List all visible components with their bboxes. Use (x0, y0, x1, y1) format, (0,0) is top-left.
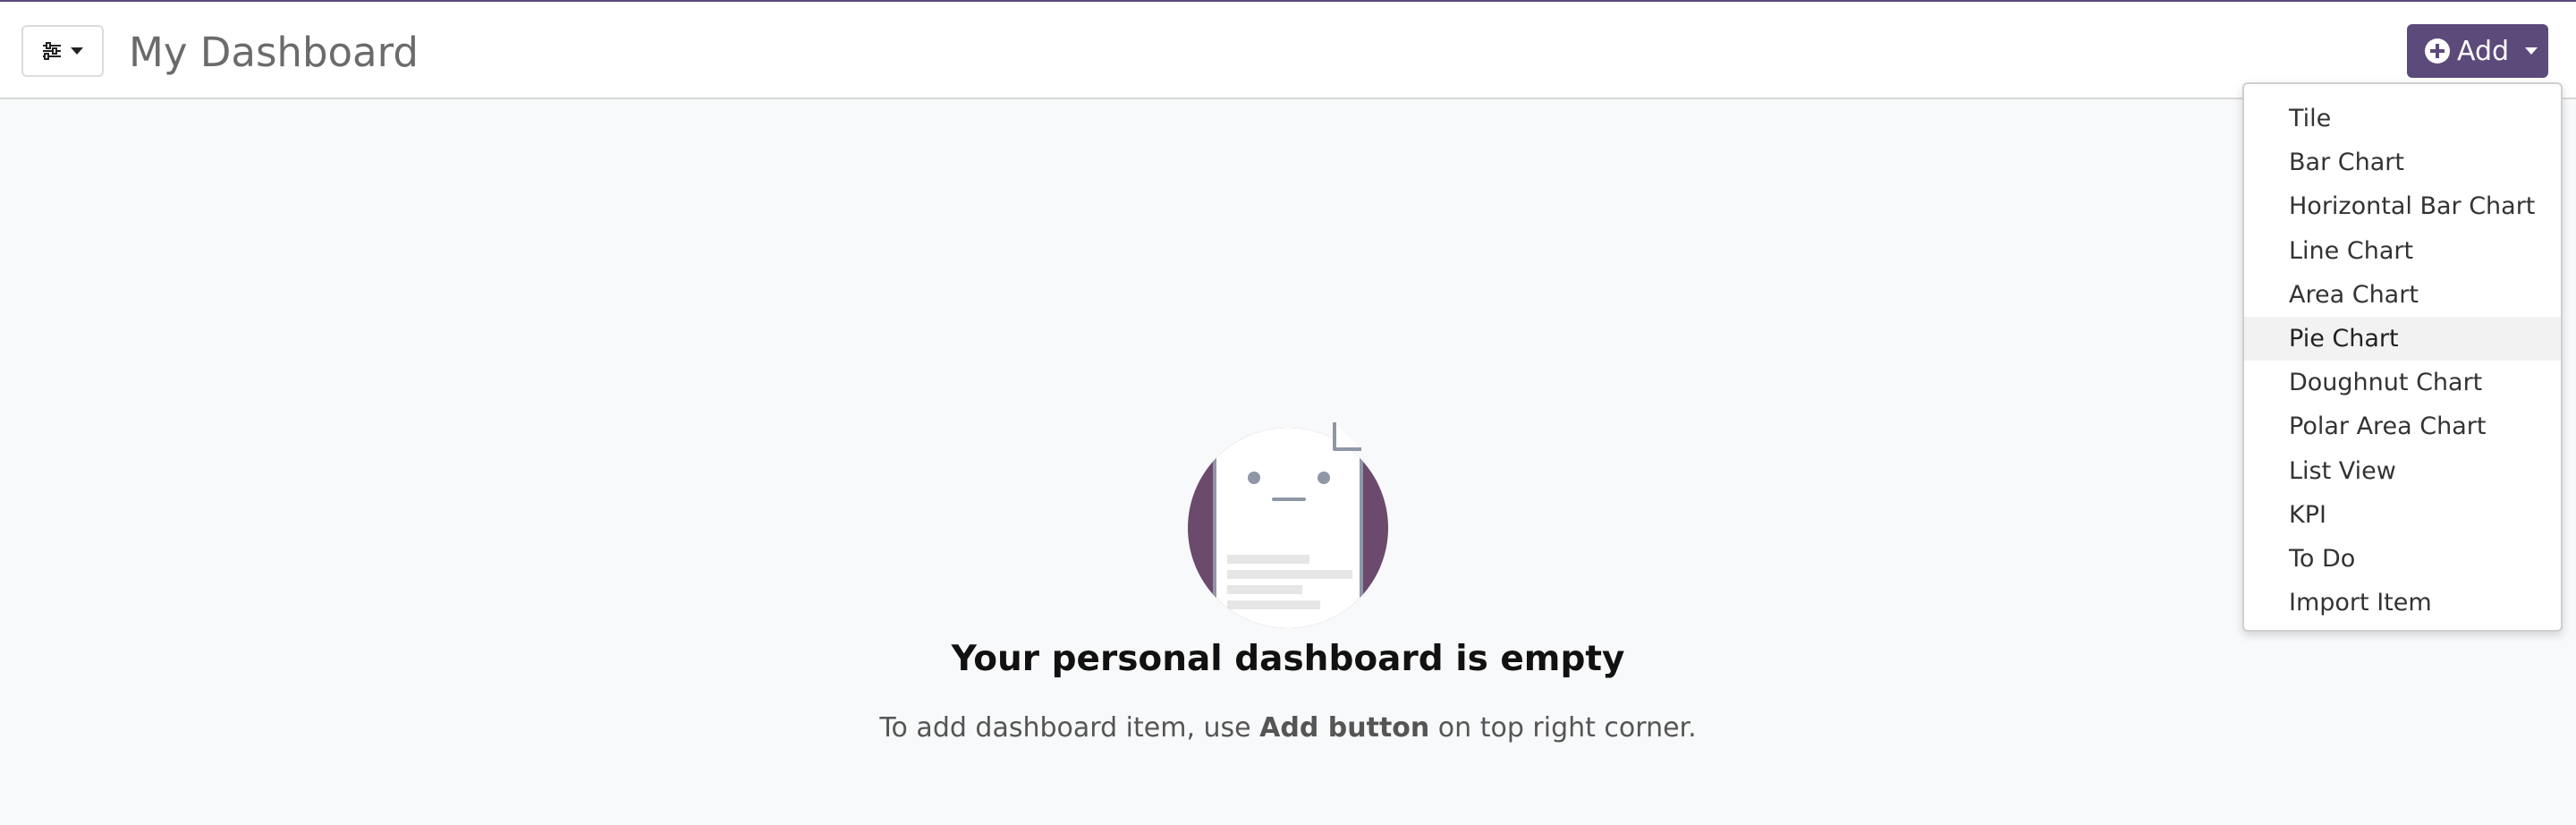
menu-item-list-view[interactable]: List View (2244, 449, 2561, 493)
menu-item-area-chart[interactable]: Area Chart (2244, 273, 2561, 317)
empty-state-hint-bold: Add button (1259, 712, 1430, 744)
chevron-down-icon (2525, 47, 2538, 55)
chevron-down-icon (71, 47, 83, 55)
add-button-label: Add (2457, 35, 2510, 67)
empty-state-hint-suffix: on top right corner. (1429, 712, 1697, 744)
add-item-dropdown: Tile Bar Chart Horizontal Bar Chart Line… (2242, 82, 2563, 632)
empty-state-hint: To add dashboard item, use Add button on… (0, 712, 2576, 744)
menu-item-to-do[interactable]: To Do (2244, 537, 2561, 581)
menu-item-doughnut-chart[interactable]: Doughnut Chart (2244, 361, 2561, 404)
filter-options-button[interactable] (21, 25, 104, 77)
menu-item-line-chart[interactable]: Line Chart (2244, 229, 2561, 273)
menu-item-bar-chart[interactable]: Bar Chart (2244, 140, 2561, 184)
menu-item-pie-chart[interactable]: Pie Chart (2244, 316, 2561, 361)
dashboard-header: My Dashboard Add (0, 2, 2576, 99)
menu-item-polar-area-chart[interactable]: Polar Area Chart (2244, 404, 2561, 448)
menu-item-horizontal-bar-chart[interactable]: Horizontal Bar Chart (2244, 184, 2561, 228)
plus-circle-icon (2425, 38, 2450, 64)
menu-item-tile[interactable]: Tile (2244, 97, 2561, 140)
empty-state-title: Your personal dashboard is empty (951, 639, 1625, 679)
add-button[interactable]: Add (2407, 24, 2548, 78)
page-title: My Dashboard (129, 29, 419, 76)
empty-state-hint-prefix: To add dashboard item, use (879, 712, 1260, 744)
menu-item-import-item[interactable]: Import Item (2244, 581, 2561, 625)
menu-item-kpi[interactable]: KPI (2244, 493, 2561, 537)
empty-document-icon (1181, 412, 1395, 635)
sliders-icon (42, 42, 62, 60)
